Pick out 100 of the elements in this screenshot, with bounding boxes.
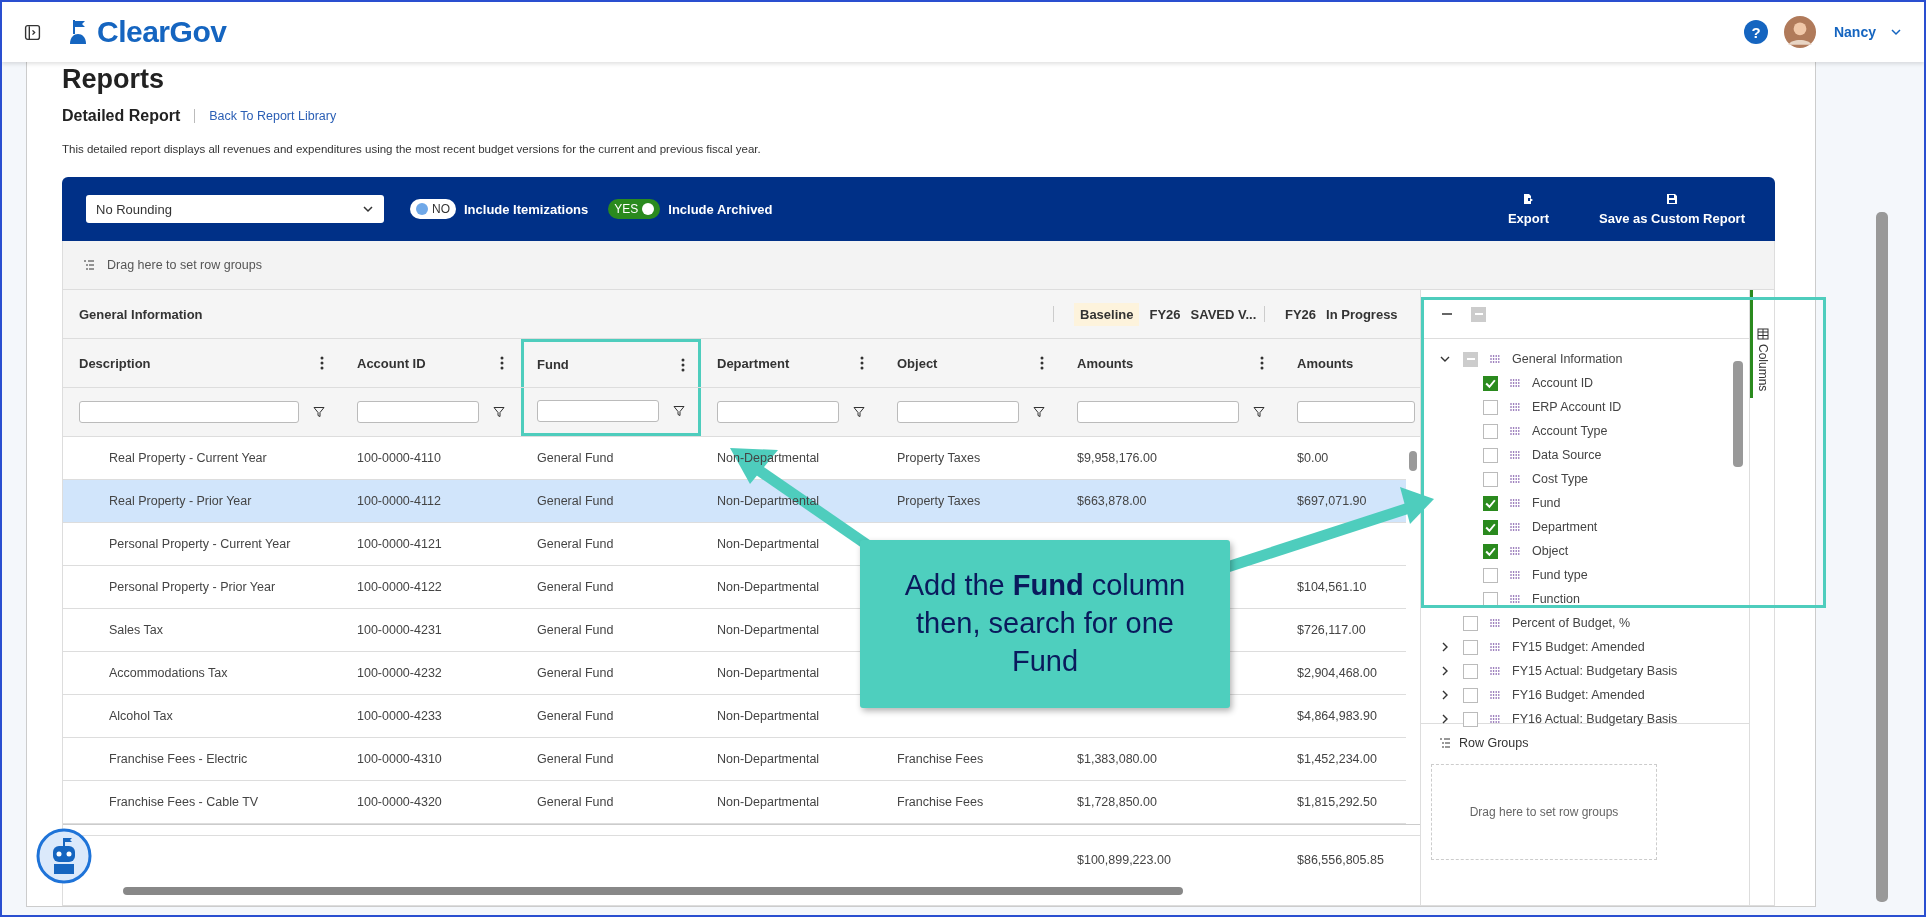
drag-handle-icon[interactable]	[1490, 643, 1500, 651]
sidebar-toggle-icon[interactable]	[24, 23, 41, 41]
column-header[interactable]: Description	[79, 355, 151, 371]
checkbox[interactable]	[1463, 639, 1478, 655]
drag-handle-icon[interactable]	[1490, 355, 1500, 363]
checkbox[interactable]	[1463, 663, 1478, 679]
filter-icon[interactable]	[1033, 406, 1045, 418]
column-header[interactable]: Department	[717, 355, 790, 371]
back-link[interactable]: Back To Report Library	[209, 109, 337, 123]
table-cell: 100-0000-4232	[357, 666, 442, 680]
table-cell: $1,815,292.50	[1297, 795, 1377, 809]
rounding-dropdown[interactable]: No Rounding	[86, 195, 384, 223]
column-option[interactable]: Data Source	[1532, 448, 1602, 462]
column-option[interactable]: Percent of Budget, %	[1512, 616, 1631, 630]
filter-icon[interactable]	[493, 406, 505, 418]
chevron-down-icon[interactable]	[1890, 26, 1902, 38]
column-header[interactable]: Amounts	[1297, 355, 1354, 371]
drag-handle-icon[interactable]	[1510, 403, 1520, 411]
table-row[interactable]: Franchise Fees - Electric 100-0000-4310 General Fund Non-Departmental Franchise Fees $1,383,080.00 $1,452,234.00	[63, 738, 1406, 781]
checkbox[interactable]	[1463, 615, 1478, 631]
column-option[interactable]: Account Type	[1532, 424, 1608, 438]
filter-field[interactable]	[897, 401, 1019, 423]
toggle-switch[interactable]: NO	[410, 199, 456, 219]
checkbox[interactable]	[1483, 543, 1498, 559]
table-cell: $1,383,080.00	[1077, 752, 1157, 766]
drag-handle-icon[interactable]	[1510, 451, 1520, 459]
column-header[interactable]: Object	[897, 355, 938, 371]
filter-field[interactable]	[79, 401, 299, 423]
column-option[interactable]: FY15 Actual: Budgetary Basis	[1512, 664, 1678, 678]
save-report-button[interactable]: Save as Custom Report	[1593, 191, 1751, 227]
column-menu-icon[interactable]	[681, 357, 685, 372]
toggle-switch[interactable]: YES	[608, 199, 661, 219]
drag-handle-icon[interactable]	[1510, 547, 1520, 555]
filter-icon[interactable]	[313, 406, 325, 418]
filter-field[interactable]	[537, 399, 659, 422]
drag-handle-icon[interactable]	[1490, 691, 1500, 699]
checkbox[interactable]	[1463, 687, 1478, 703]
horizontal-scrollbar[interactable]	[123, 887, 1183, 895]
select-all-checkbox[interactable]	[1471, 306, 1486, 322]
drag-handle-icon[interactable]	[1510, 427, 1520, 435]
column-option[interactable]: Department	[1532, 520, 1598, 534]
columns-tab[interactable]: Columns	[1749, 290, 1774, 398]
column-menu-icon[interactable]	[1040, 356, 1044, 370]
filter-field[interactable]	[1077, 401, 1239, 423]
logo[interactable]: ClearGov	[97, 15, 227, 49]
column-option[interactable]: Fund	[1532, 496, 1561, 510]
checkbox[interactable]	[1483, 471, 1498, 487]
filter-field[interactable]	[357, 401, 479, 423]
filter-field[interactable]	[717, 401, 839, 423]
column-header[interactable]: Account ID	[357, 355, 426, 371]
drag-handle-icon[interactable]	[1510, 571, 1520, 579]
filter-icon[interactable]	[1253, 406, 1265, 418]
column-header[interactable]: Fund	[537, 357, 569, 372]
drag-handle-icon[interactable]	[1510, 475, 1520, 483]
checkbox[interactable]	[1483, 495, 1498, 511]
drag-handle-icon[interactable]	[1510, 595, 1520, 603]
checkbox[interactable]	[1483, 447, 1498, 463]
column-menu-icon[interactable]	[500, 356, 504, 370]
column-option[interactable]: General Information	[1512, 352, 1623, 366]
table-cell: Property Taxes	[897, 494, 981, 508]
column-menu-icon[interactable]	[320, 356, 324, 370]
fiscal-year: FY26	[1149, 306, 1181, 322]
row-groups-drop-zone[interactable]: Drag here to set row groups	[1431, 764, 1657, 860]
export-button[interactable]: Export	[1501, 191, 1556, 227]
column-option[interactable]: ERP Account ID	[1532, 400, 1622, 414]
checkbox[interactable]	[1483, 399, 1498, 415]
table-row[interactable]: Franchise Fees - Cable TV 100-0000-4320 General Fund Non-Departmental Franchise Fees $1,728,850.00 $1,815,292.50	[63, 781, 1406, 824]
column-option[interactable]: Function	[1532, 592, 1580, 606]
table-cell: Property Taxes	[897, 451, 981, 465]
column-option[interactable]: Account ID	[1532, 376, 1594, 390]
column-option[interactable]: Fund type	[1532, 568, 1588, 582]
column-option[interactable]: FY15 Budget: Amended	[1512, 640, 1645, 654]
avatar-icon[interactable]	[1783, 16, 1816, 48]
drag-handle-icon[interactable]	[1510, 523, 1520, 531]
user-name[interactable]: Nancy	[1833, 24, 1876, 40]
checkbox[interactable]	[1483, 375, 1498, 391]
table-cell: Franchise Fees	[897, 795, 984, 809]
checkbox[interactable]	[1463, 711, 1478, 727]
checkbox[interactable]	[1483, 423, 1498, 439]
checkbox[interactable]	[1463, 351, 1478, 367]
filter-icon[interactable]	[853, 406, 865, 418]
filter-icon[interactable]	[673, 404, 685, 417]
column-option[interactable]: Cost Type	[1532, 472, 1589, 486]
drag-handle-icon[interactable]	[1490, 619, 1500, 627]
column-option[interactable]: FY16 Budget: Amended	[1512, 688, 1645, 702]
drag-handle-icon[interactable]	[1490, 715, 1500, 723]
drag-handle-icon[interactable]	[1490, 667, 1500, 675]
filter-field[interactable]	[1297, 401, 1415, 423]
checkbox[interactable]	[1483, 567, 1498, 583]
drag-handle-icon[interactable]	[1510, 499, 1520, 507]
robot-assistant-icon[interactable]	[36, 828, 92, 884]
column-option[interactable]: FY16 Actual: Budgetary Basis	[1512, 712, 1678, 726]
drag-handle-icon[interactable]	[1510, 379, 1520, 387]
column-option[interactable]: Object	[1532, 544, 1569, 558]
column-header[interactable]: Amounts	[1077, 355, 1134, 371]
checkbox[interactable]	[1483, 519, 1498, 535]
help-button[interactable]: ?	[1743, 20, 1768, 44]
table-cell: Franchise Fees - Electric	[109, 752, 248, 766]
column-menu-icon[interactable]	[860, 356, 864, 370]
column-menu-icon[interactable]	[1260, 356, 1264, 370]
